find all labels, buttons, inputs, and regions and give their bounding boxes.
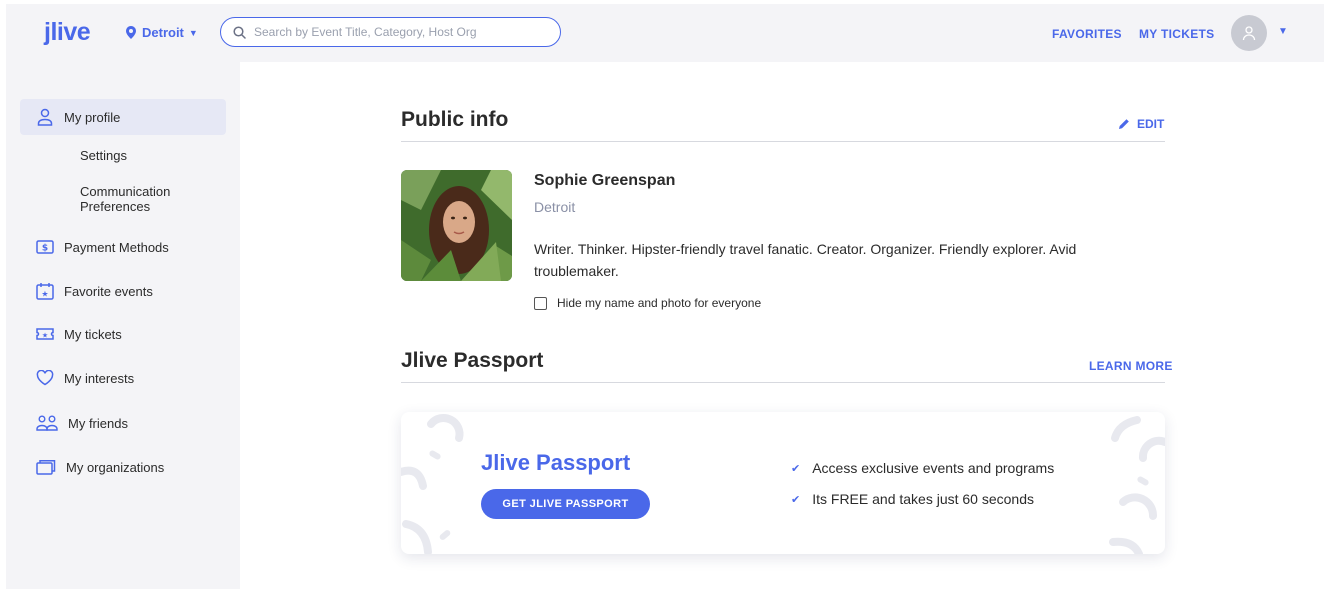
sidebar-item-my-tickets[interactable]: ★ My tickets bbox=[20, 316, 226, 352]
ticket-icon: ★ bbox=[36, 328, 54, 340]
sidebar-item-label: Favorite events bbox=[64, 283, 153, 299]
chevron-down-icon[interactable]: ▼ bbox=[1278, 26, 1288, 37]
divider bbox=[401, 382, 1165, 383]
passport-card-title: Jlive Passport bbox=[481, 450, 631, 475]
sidebar-item-settings[interactable]: Settings bbox=[80, 148, 127, 163]
sidebar-item-label: Payment Methods bbox=[64, 239, 169, 255]
feature-text: Its FREE and takes just 60 seconds bbox=[812, 491, 1034, 507]
sidebar-item-my-profile[interactable]: My profile bbox=[20, 99, 226, 135]
sidebar-item-my-interests[interactable]: My interests bbox=[20, 360, 226, 396]
sidebar: My profile Settings Communication Prefer… bbox=[6, 62, 240, 589]
decorative-shapes bbox=[401, 414, 464, 554]
search-box[interactable] bbox=[220, 17, 561, 47]
passport-feature: ✔ Its FREE and takes just 60 seconds bbox=[791, 491, 1034, 507]
learn-more-link[interactable]: LEARN MORE bbox=[1089, 359, 1173, 373]
check-icon: ✔ bbox=[791, 462, 801, 475]
profile-name: Sophie Greenspan bbox=[534, 172, 676, 189]
chevron-down-icon: ▼ bbox=[188, 27, 198, 38]
pencil-icon bbox=[1119, 119, 1129, 129]
favorites-link[interactable]: FAVORITES bbox=[1052, 27, 1122, 41]
profile-bio: Writer. Thinker. Hipster-friendly travel… bbox=[534, 241, 1077, 279]
passport-feature: ✔ Access exclusive events and programs bbox=[791, 460, 1054, 476]
sidebar-item-label: My friends bbox=[68, 415, 128, 431]
jlive-logo[interactable]: jlive bbox=[44, 18, 91, 47]
my-tickets-link[interactable]: MY TICKETS bbox=[1139, 27, 1214, 41]
sidebar-item-label: My tickets bbox=[64, 326, 122, 342]
profile-photo bbox=[401, 170, 512, 281]
sidebar-item-payment-methods[interactable]: $ Payment Methods bbox=[20, 229, 226, 265]
friends-icon bbox=[36, 415, 58, 431]
passport-heading: Jlive Passport bbox=[401, 349, 544, 372]
calendar-star-icon: ★ bbox=[36, 283, 54, 300]
edit-label: EDIT bbox=[1137, 117, 1165, 131]
sidebar-item-my-friends[interactable]: My friends bbox=[20, 405, 226, 441]
hide-name-checkbox[interactable] bbox=[534, 296, 547, 310]
decorative-shapes bbox=[1109, 416, 1165, 554]
location-selector[interactable]: Detroit ▼ bbox=[126, 25, 198, 40]
user-icon bbox=[1242, 26, 1256, 41]
check-icon: ✔ bbox=[791, 493, 801, 506]
location-pin-icon bbox=[126, 26, 136, 39]
divider bbox=[401, 141, 1165, 142]
location-label: Detroit bbox=[142, 25, 184, 40]
public-info-heading: Public info bbox=[401, 108, 509, 131]
get-passport-button[interactable]: GET JLIVE PASSPORT bbox=[481, 489, 650, 519]
sidebar-item-communication-preferences[interactable]: Communication Preferences bbox=[80, 184, 170, 214]
sidebar-item-my-organizations[interactable]: My organizations bbox=[20, 449, 226, 485]
search-input[interactable] bbox=[254, 25, 544, 39]
top-bar: jlive Detroit ▼ FAVORITES MY TICKETS ▼ bbox=[6, 4, 1324, 62]
sidebar-item-label: My interests bbox=[64, 370, 135, 386]
edit-button[interactable]: EDIT bbox=[1118, 117, 1164, 131]
user-avatar[interactable] bbox=[1231, 15, 1267, 51]
feature-text: Access exclusive events and programs bbox=[812, 460, 1055, 476]
search-icon bbox=[233, 25, 246, 39]
folder-icon bbox=[36, 460, 56, 475]
hide-name-option[interactable]: Hide my name and photo for everyone bbox=[534, 296, 761, 310]
hide-name-label: Hide my name and photo for everyone bbox=[557, 296, 762, 310]
svg-text:$: $ bbox=[42, 244, 48, 254]
profile-city: Detroit bbox=[534, 199, 576, 215]
sidebar-item-label: Preferences bbox=[80, 199, 151, 214]
svg-text:★: ★ bbox=[42, 332, 48, 340]
passport-card: Jlive Passport GET JLIVE PASSPORT ✔ Acce… bbox=[401, 412, 1165, 554]
user-icon bbox=[37, 108, 53, 126]
svg-text:★: ★ bbox=[41, 290, 48, 299]
dollar-icon: $ bbox=[36, 240, 54, 254]
sidebar-item-label: My organizations bbox=[66, 459, 165, 475]
heart-icon bbox=[36, 370, 54, 386]
sidebar-item-label: My profile bbox=[64, 109, 121, 125]
sidebar-item-favorite-events[interactable]: ★ Favorite events bbox=[20, 273, 226, 309]
sidebar-item-label: Communication bbox=[80, 184, 171, 199]
